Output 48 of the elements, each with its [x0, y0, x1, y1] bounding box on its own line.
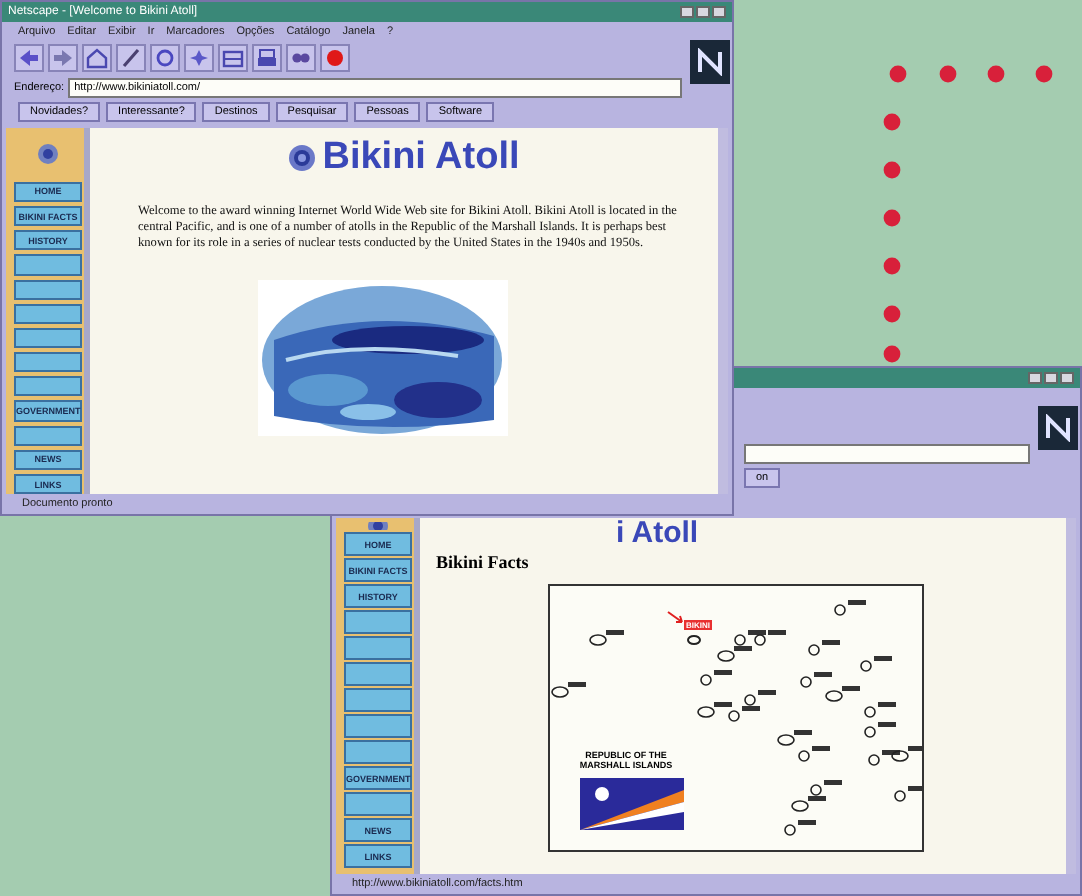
browser-logo-icon: [690, 40, 730, 84]
edit-icon: [118, 46, 144, 70]
print-icon: [254, 46, 280, 70]
section-heading: Bikini Facts: [436, 552, 531, 572]
back-icon: [16, 46, 42, 70]
stop-icon: [322, 46, 348, 70]
flag-drawing: [580, 778, 684, 830]
maximize-button[interactable]: [1044, 372, 1058, 384]
toolbar-button[interactable]: [14, 44, 44, 72]
toolbar-button[interactable]: [184, 44, 214, 72]
sidebar-button[interactable]: [344, 740, 412, 764]
sidebar-button[interactable]: [344, 610, 412, 634]
page-heading: Bikini Atoll: [322, 136, 520, 180]
maximize-button[interactable]: [696, 6, 710, 18]
sidebar-button[interactable]: [344, 714, 412, 738]
atoll-emblem-icon: [288, 144, 317, 172]
reload-icon: [152, 46, 178, 70]
forward-icon: [50, 46, 76, 70]
minimize-button[interactable]: [1028, 372, 1042, 384]
sidebar-button[interactable]: [344, 792, 412, 816]
toolbar-button[interactable]: [286, 44, 316, 72]
toolbar-button[interactable]: [116, 44, 146, 72]
sidebar-button[interactable]: [14, 376, 82, 397]
arrow-icon: [666, 610, 686, 626]
close-button[interactable]: [1060, 372, 1074, 384]
open-icon: [220, 46, 246, 70]
sidebar-button[interactable]: [14, 279, 82, 300]
browser-logo-icon: [1038, 406, 1078, 450]
toolbar-button[interactable]: [218, 44, 248, 72]
home-icon: [84, 46, 110, 70]
toolbar-button[interactable]: [320, 44, 350, 72]
sidebar-button[interactable]: [14, 254, 82, 276]
sidebar-button[interactable]: [14, 425, 82, 446]
toolbar-button[interactable]: [252, 44, 282, 72]
sidebar-button[interactable]: [344, 636, 412, 660]
sidebar-button[interactable]: [14, 327, 82, 349]
page-heading: i Atoll: [614, 518, 701, 548]
toolbar-button[interactable]: [48, 44, 78, 72]
minimize-button[interactable]: [680, 6, 694, 18]
sidebar-button[interactable]: [344, 688, 412, 712]
sidebar-button[interactable]: [14, 303, 82, 324]
close-button[interactable]: [712, 6, 726, 18]
toolbar-button[interactable]: [82, 44, 112, 72]
sidebar-button[interactable]: [344, 662, 412, 686]
address-field[interactable]: [744, 444, 1030, 464]
sidebar-button[interactable]: [14, 352, 82, 373]
toolbar-button[interactable]: [150, 44, 180, 72]
images-icon: [186, 46, 212, 70]
